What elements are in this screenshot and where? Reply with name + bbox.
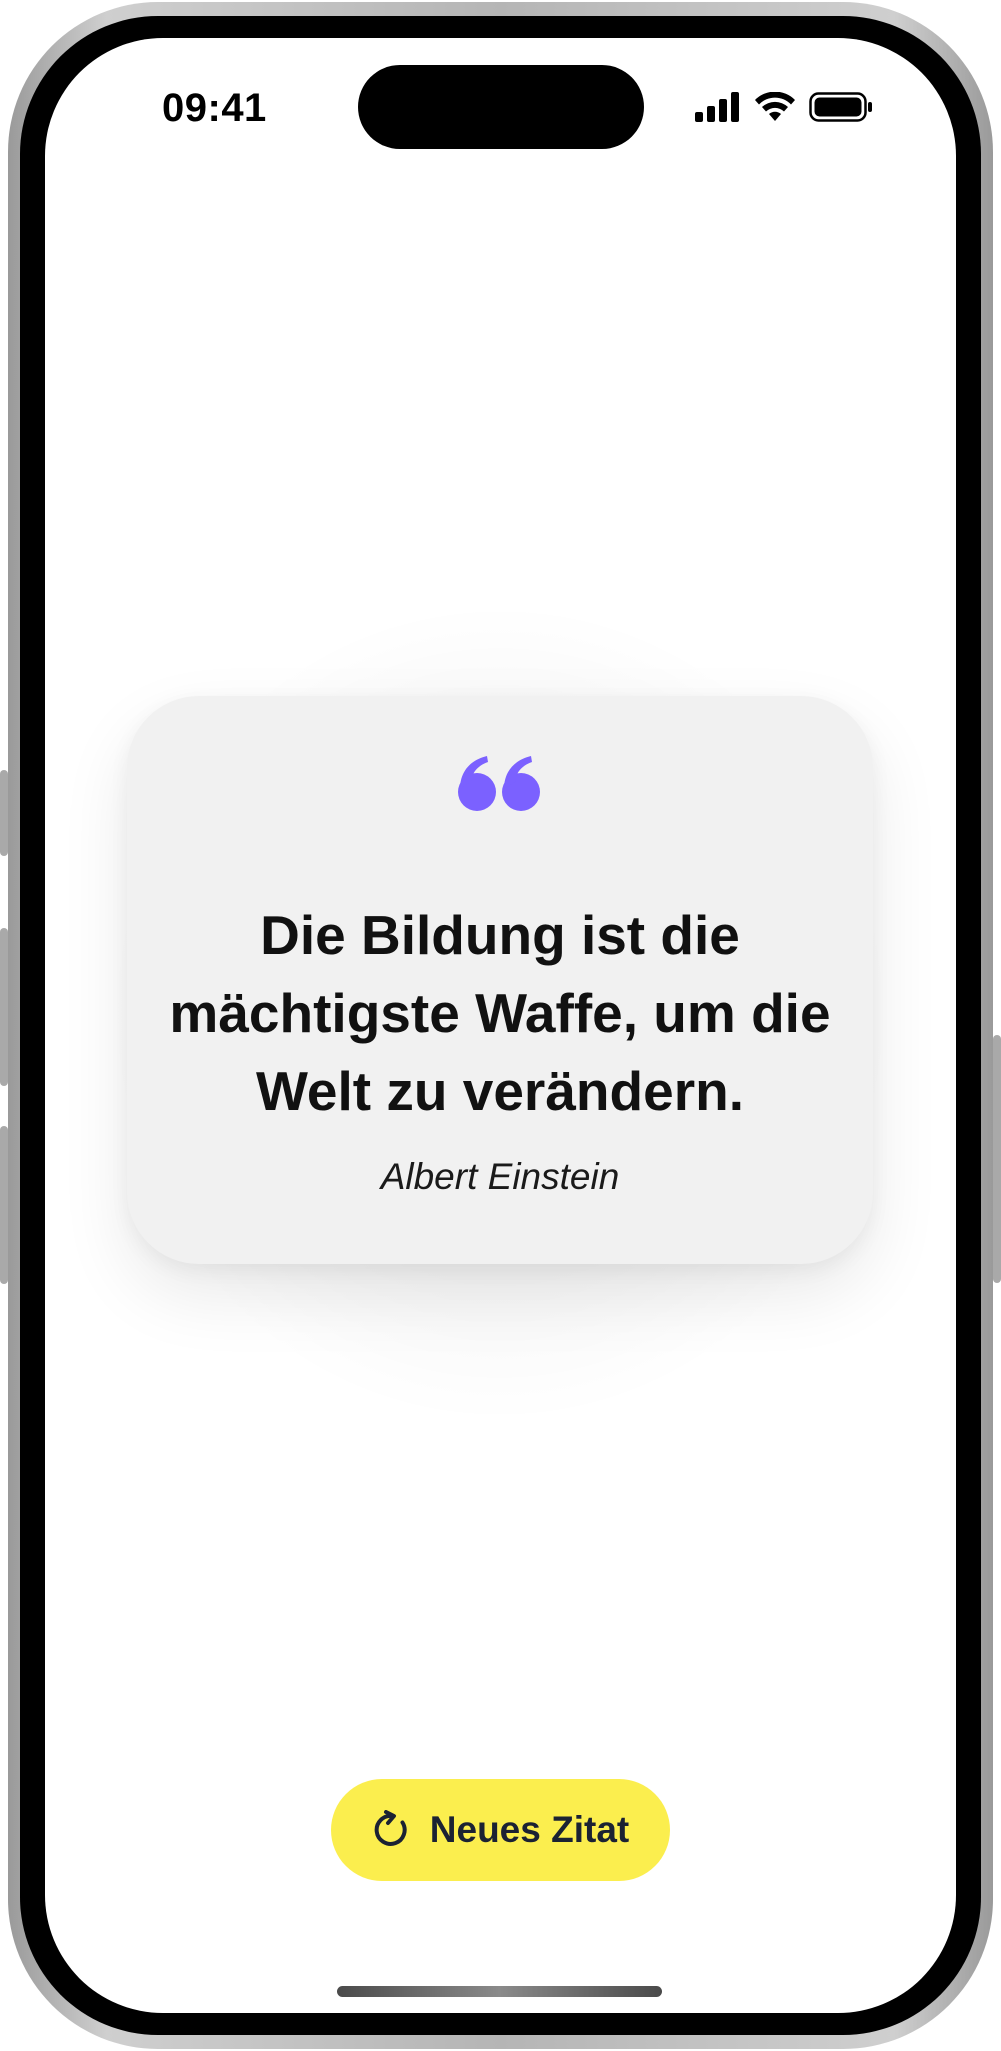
side-button-volume-down [0,1126,8,1284]
app-screenshot: 09:41 Die Bildung ist die mächtigste Waf… [0,0,1001,2051]
home-indicator[interactable] [337,1986,662,1997]
quote-marks-icon [458,756,540,811]
dynamic-island [358,65,644,149]
battery-icon [809,92,872,122]
quote-author: Albert Einstein [380,1156,620,1197]
status-time: 09:41 [162,86,267,130]
app-screen: 09:41 Die Bildung ist die mächtigste Waf… [45,38,956,2013]
quote-card: Die Bildung ist die mächtigste Waffe, um… [127,696,873,1264]
side-button-silent [0,770,8,856]
status-icons [695,92,873,122]
wifi-icon [755,92,795,121]
quote-text: Die Bildung ist die mächtigste Waffe, um… [169,904,831,1122]
new-quote-button-label: Neues Zitat [429,1809,630,1850]
cellular-signal-icon [695,92,739,122]
new-quote-button[interactable]: Neues Zitat [331,1779,670,1881]
refresh-icon [374,1810,407,1846]
side-button-volume-up [0,928,8,1086]
side-button-power [993,1035,1001,1283]
